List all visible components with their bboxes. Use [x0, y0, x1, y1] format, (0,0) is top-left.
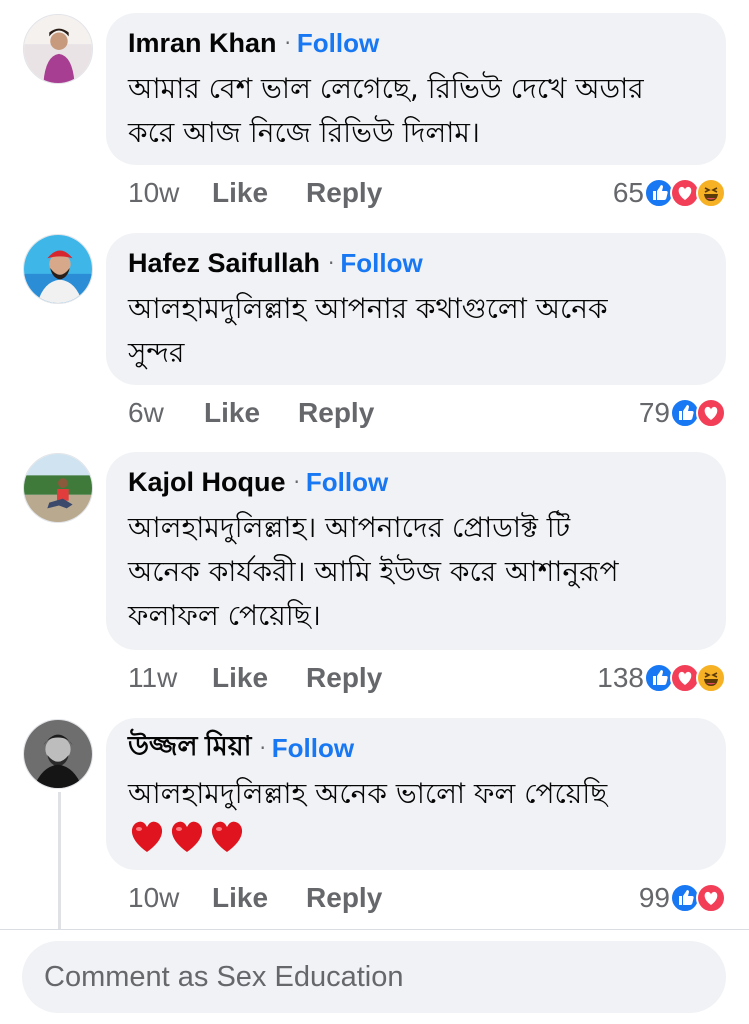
- love-icon: [696, 883, 726, 913]
- comment-bubble: Imran Khan · Follow আমার বেশ ভাল লেগেছে,…: [106, 13, 726, 165]
- comment-line: অনেক কার্যকরী। আমি ইউজ করে আশানুরূপ: [128, 555, 619, 588]
- reply-button[interactable]: Reply: [306, 882, 382, 914]
- reply-button[interactable]: Reply: [306, 177, 382, 209]
- timestamp[interactable]: 10w: [128, 177, 212, 209]
- love-icon: [696, 398, 726, 428]
- emoji-row: [128, 818, 704, 854]
- red-heart-icon: [131, 821, 163, 852]
- comment-bubble: উজ্জল মিয়া · Follow আলহামদুলিল্লাহ অনেক…: [106, 718, 726, 870]
- separator-dot: ·: [284, 31, 291, 55]
- reaction-count: 138: [597, 662, 644, 693]
- follow-button[interactable]: Follow: [272, 733, 354, 764]
- comment-line: আমার বেশ ভাল লেগেছে, রিভিউ দেখে অডার: [128, 72, 644, 105]
- comment-bubble: Hafez Saifullah · Follow আলহামদুলিল্লাহ …: [106, 233, 726, 385]
- reply-button[interactable]: Reply: [298, 397, 374, 429]
- red-heart-icon: [211, 821, 243, 852]
- author-name[interactable]: উজ্জল মিয়া: [128, 726, 251, 771]
- avatar[interactable]: [23, 453, 93, 523]
- red-heart-icon: [171, 821, 203, 852]
- comment-text: আলহামদুলিল্লাহ অনেক ভালো ফল পেয়েছি: [128, 772, 704, 854]
- timestamp[interactable]: 11w: [128, 662, 212, 694]
- comment-line: সুন্দর: [128, 336, 185, 369]
- reaction-count: 79: [638, 397, 670, 428]
- comment-actions: 10w Like Reply 65: [128, 173, 728, 213]
- timestamp[interactable]: 6w: [128, 397, 204, 429]
- reply-button[interactable]: Reply: [306, 662, 382, 694]
- separator-dot: ·: [328, 251, 335, 275]
- comment-line: আলহামদুলিল্লাহ। আপনাদের প্রোডাক্ট টি: [128, 511, 571, 544]
- comment-actions: 10w Like Reply 99: [128, 878, 728, 918]
- like-button[interactable]: Like: [212, 177, 268, 209]
- avatar[interactable]: [23, 14, 93, 84]
- comment-line: করে আজ নিজে রিভিউ দিলাম।: [128, 116, 480, 149]
- reactions-summary[interactable]: 79: [639, 397, 726, 429]
- comment-line: ফলাফল পেয়েছি।: [128, 599, 321, 632]
- divider: [0, 929, 749, 930]
- like-button[interactable]: Like: [212, 662, 268, 694]
- comment-actions: 11w Like Reply 138: [128, 658, 728, 698]
- comment-bubble: Kajol Hoque · Follow আলহামদুলিল্লাহ। আপন…: [106, 452, 726, 650]
- reactions-summary[interactable]: 65: [613, 177, 726, 209]
- author-name[interactable]: Hafez Saifullah: [128, 248, 320, 279]
- comment-line: আলহামদুলিল্লাহ অনেক ভালো ফল পেয়েছি: [128, 777, 608, 810]
- follow-button[interactable]: Follow: [340, 248, 422, 279]
- follow-button[interactable]: Follow: [297, 28, 379, 59]
- reactions-summary[interactable]: 99: [639, 882, 726, 914]
- comment-actions: 6w Like Reply 79: [128, 393, 728, 433]
- avatar[interactable]: [23, 719, 93, 789]
- comment-text: আলহামদুলিল্লাহ। আপনাদের প্রোডাক্ট টি অনে…: [128, 506, 704, 638]
- reactions-summary[interactable]: 138: [597, 662, 726, 694]
- comment-text: আমার বেশ ভাল লেগেছে, রিভিউ দেখে অডার করে…: [128, 67, 704, 155]
- separator-dot: ·: [259, 736, 266, 760]
- haha-icon: [696, 663, 726, 693]
- thread-line: [58, 792, 61, 930]
- separator-dot: ·: [293, 470, 300, 494]
- comment-input-placeholder: Comment as Sex Education: [44, 960, 404, 993]
- reaction-count: 99: [638, 882, 670, 913]
- comment-text: আলহামদুলিল্লাহ আপনার কথাগুলো অনেক সুন্দর: [128, 287, 704, 375]
- follow-button[interactable]: Follow: [306, 467, 388, 498]
- like-button[interactable]: Like: [212, 882, 268, 914]
- author-name[interactable]: Imran Khan: [128, 28, 277, 59]
- author-name[interactable]: Kajol Hoque: [128, 467, 286, 498]
- like-button[interactable]: Like: [204, 397, 260, 429]
- comment-input[interactable]: Comment as Sex Education: [22, 941, 726, 1013]
- avatar[interactable]: [23, 234, 93, 304]
- haha-icon: [696, 178, 726, 208]
- comment-line: আলহামদুলিল্লাহ আপনার কথাগুলো অনেক: [128, 292, 608, 325]
- reaction-count: 65: [612, 177, 644, 208]
- timestamp[interactable]: 10w: [128, 882, 212, 914]
